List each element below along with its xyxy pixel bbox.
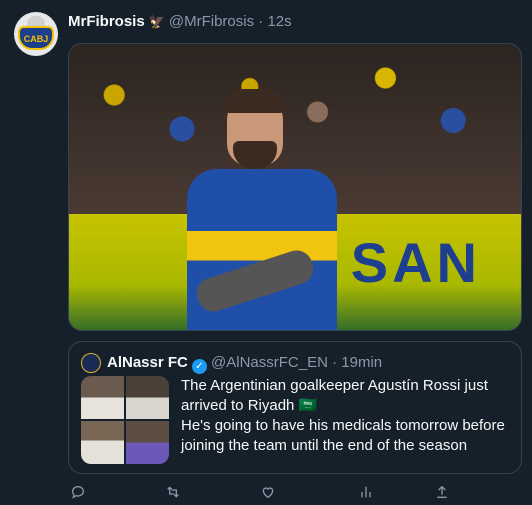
quoted-thumb — [126, 376, 169, 419]
quoted-separator-dot: · — [332, 354, 338, 371]
quoted-text-line1: The Argentinian goalkeeper Agustín Rossi… — [181, 377, 488, 414]
quoted-text-line2: He's going to have his medicals tomorrow… — [181, 417, 505, 454]
player-figure — [187, 89, 337, 330]
quoted-timestamp: 19min — [341, 354, 383, 371]
bird-icon: 🦅 — [148, 14, 165, 29]
quoted-thumb — [81, 376, 124, 419]
verified-badge-icon: ✓ — [191, 359, 207, 374]
quoted-header: AlNassr FC ✓ @AlNassrFC_EN · 19min — [107, 354, 382, 374]
tweet-actions — [68, 484, 522, 502]
quoted-tweet[interactable]: AlNassr FC ✓ @AlNassrFC_EN · 19min The Ar… — [68, 341, 522, 474]
display-name[interactable]: MrFibrosis — [68, 13, 145, 30]
timestamp[interactable]: 12s — [267, 13, 291, 30]
player-beard — [233, 141, 277, 169]
quoted-thumb — [81, 421, 124, 464]
tweet-header: MrFibrosis 🦅 @MrFibrosis · 12s — [68, 13, 292, 30]
banner-text: SAN — [350, 231, 481, 294]
quoted-avatar — [81, 353, 101, 373]
avatar[interactable]: CABJ — [14, 12, 58, 56]
quoted-display-name: AlNassr FC — [107, 354, 188, 371]
quoted-thumb — [126, 421, 169, 464]
handle[interactable]: @MrFibrosis — [169, 13, 254, 30]
quoted-handle: @AlNassrFC_EN — [211, 354, 328, 371]
separator-dot: · — [258, 13, 264, 30]
quoted-text: The Argentinian goalkeeper Agustín Rossi… — [181, 376, 511, 456]
player-hair — [225, 89, 285, 113]
quoted-media-grid — [81, 376, 169, 464]
cabj-badge: CABJ — [18, 26, 54, 50]
tweet-media-image[interactable]: SAN — [68, 43, 522, 331]
